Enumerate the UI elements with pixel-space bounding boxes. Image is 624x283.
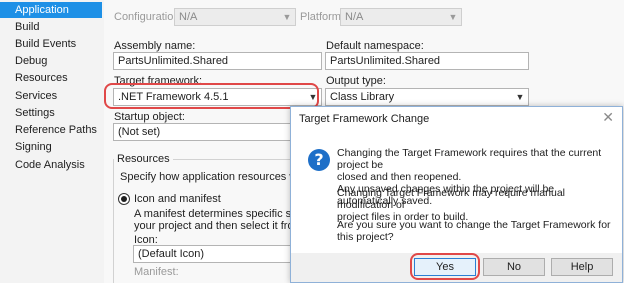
icon-and-manifest-radio[interactable] (118, 193, 130, 205)
platform-combo[interactable]: N/A ▼ (340, 8, 462, 26)
help-button[interactable]: Help (551, 258, 613, 276)
output-type-combo[interactable]: Class Library ▼ (325, 88, 529, 106)
resources-title: Resources (114, 153, 173, 165)
sidebar: Application Build Build Events Debug Res… (0, 0, 104, 283)
question-icon: ? (308, 149, 330, 171)
sidebar-item-services[interactable]: Services (0, 88, 104, 104)
icon-and-manifest-label: Icon and manifest (134, 193, 221, 205)
manifest-label: Manifest: (134, 266, 179, 278)
sidebar-item-signing[interactable]: Signing (0, 139, 104, 155)
sidebar-item-application[interactable]: Application (0, 2, 102, 18)
sidebar-item-settings[interactable]: Settings (0, 105, 104, 121)
sidebar-item-reference-paths[interactable]: Reference Paths (0, 122, 104, 138)
assembly-name-label: Assembly name: (114, 40, 196, 52)
dialog-message-1-line-2: closed and then reopened. (337, 171, 462, 183)
icon-combo[interactable]: (Default Icon) (133, 245, 303, 263)
dialog-footer: Yes No Help (291, 253, 622, 282)
platform-label: Platform: (300, 11, 345, 23)
chevron-down-icon: ▼ (282, 12, 292, 22)
target-framework-highlight (104, 83, 319, 109)
sidebar-item-build-events[interactable]: Build Events (0, 36, 104, 52)
configuration-value: N/A (179, 11, 198, 23)
assembly-name-field[interactable]: PartsUnlimited.Shared (113, 52, 322, 70)
platform-value: N/A (345, 11, 364, 23)
dialog-message-2: Changing Target Framework may require ma… (337, 187, 617, 223)
icon-value: (Default Icon) (138, 248, 205, 260)
output-type-label: Output type: (326, 75, 386, 87)
dialog-message-2-line-1: Changing Target Framework may require ma… (337, 187, 565, 211)
chevron-down-icon: ▼ (515, 92, 525, 102)
close-icon[interactable]: ✕ (602, 109, 614, 126)
dialog-message-3: Are you sure you want to change the Targ… (337, 219, 611, 243)
sidebar-item-code-analysis[interactable]: Code Analysis (0, 157, 104, 173)
dialog-title: Target Framework Change (299, 113, 430, 125)
sidebar-item-build[interactable]: Build (0, 19, 104, 35)
output-type-value: Class Library (330, 91, 395, 103)
sidebar-item-debug[interactable]: Debug (0, 53, 104, 69)
target-framework-change-dialog: Target Framework Change ✕ ? Changing the… (290, 106, 623, 283)
default-namespace-label: Default namespace: (326, 40, 424, 52)
configuration-label: Configuration: (114, 11, 183, 23)
sidebar-item-resources[interactable]: Resources (0, 70, 104, 86)
startup-object-label: Startup object: (114, 111, 185, 123)
startup-object-value: (Not set) (118, 126, 161, 138)
chevron-down-icon: ▼ (448, 12, 458, 22)
yes-button-highlight (410, 253, 480, 280)
configuration-combo[interactable]: N/A ▼ (174, 8, 296, 26)
dialog-message-1-line-1: Changing the Target Framework requires t… (337, 147, 602, 171)
no-button[interactable]: No (483, 258, 545, 276)
default-namespace-field[interactable]: PartsUnlimited.Shared (325, 52, 529, 70)
